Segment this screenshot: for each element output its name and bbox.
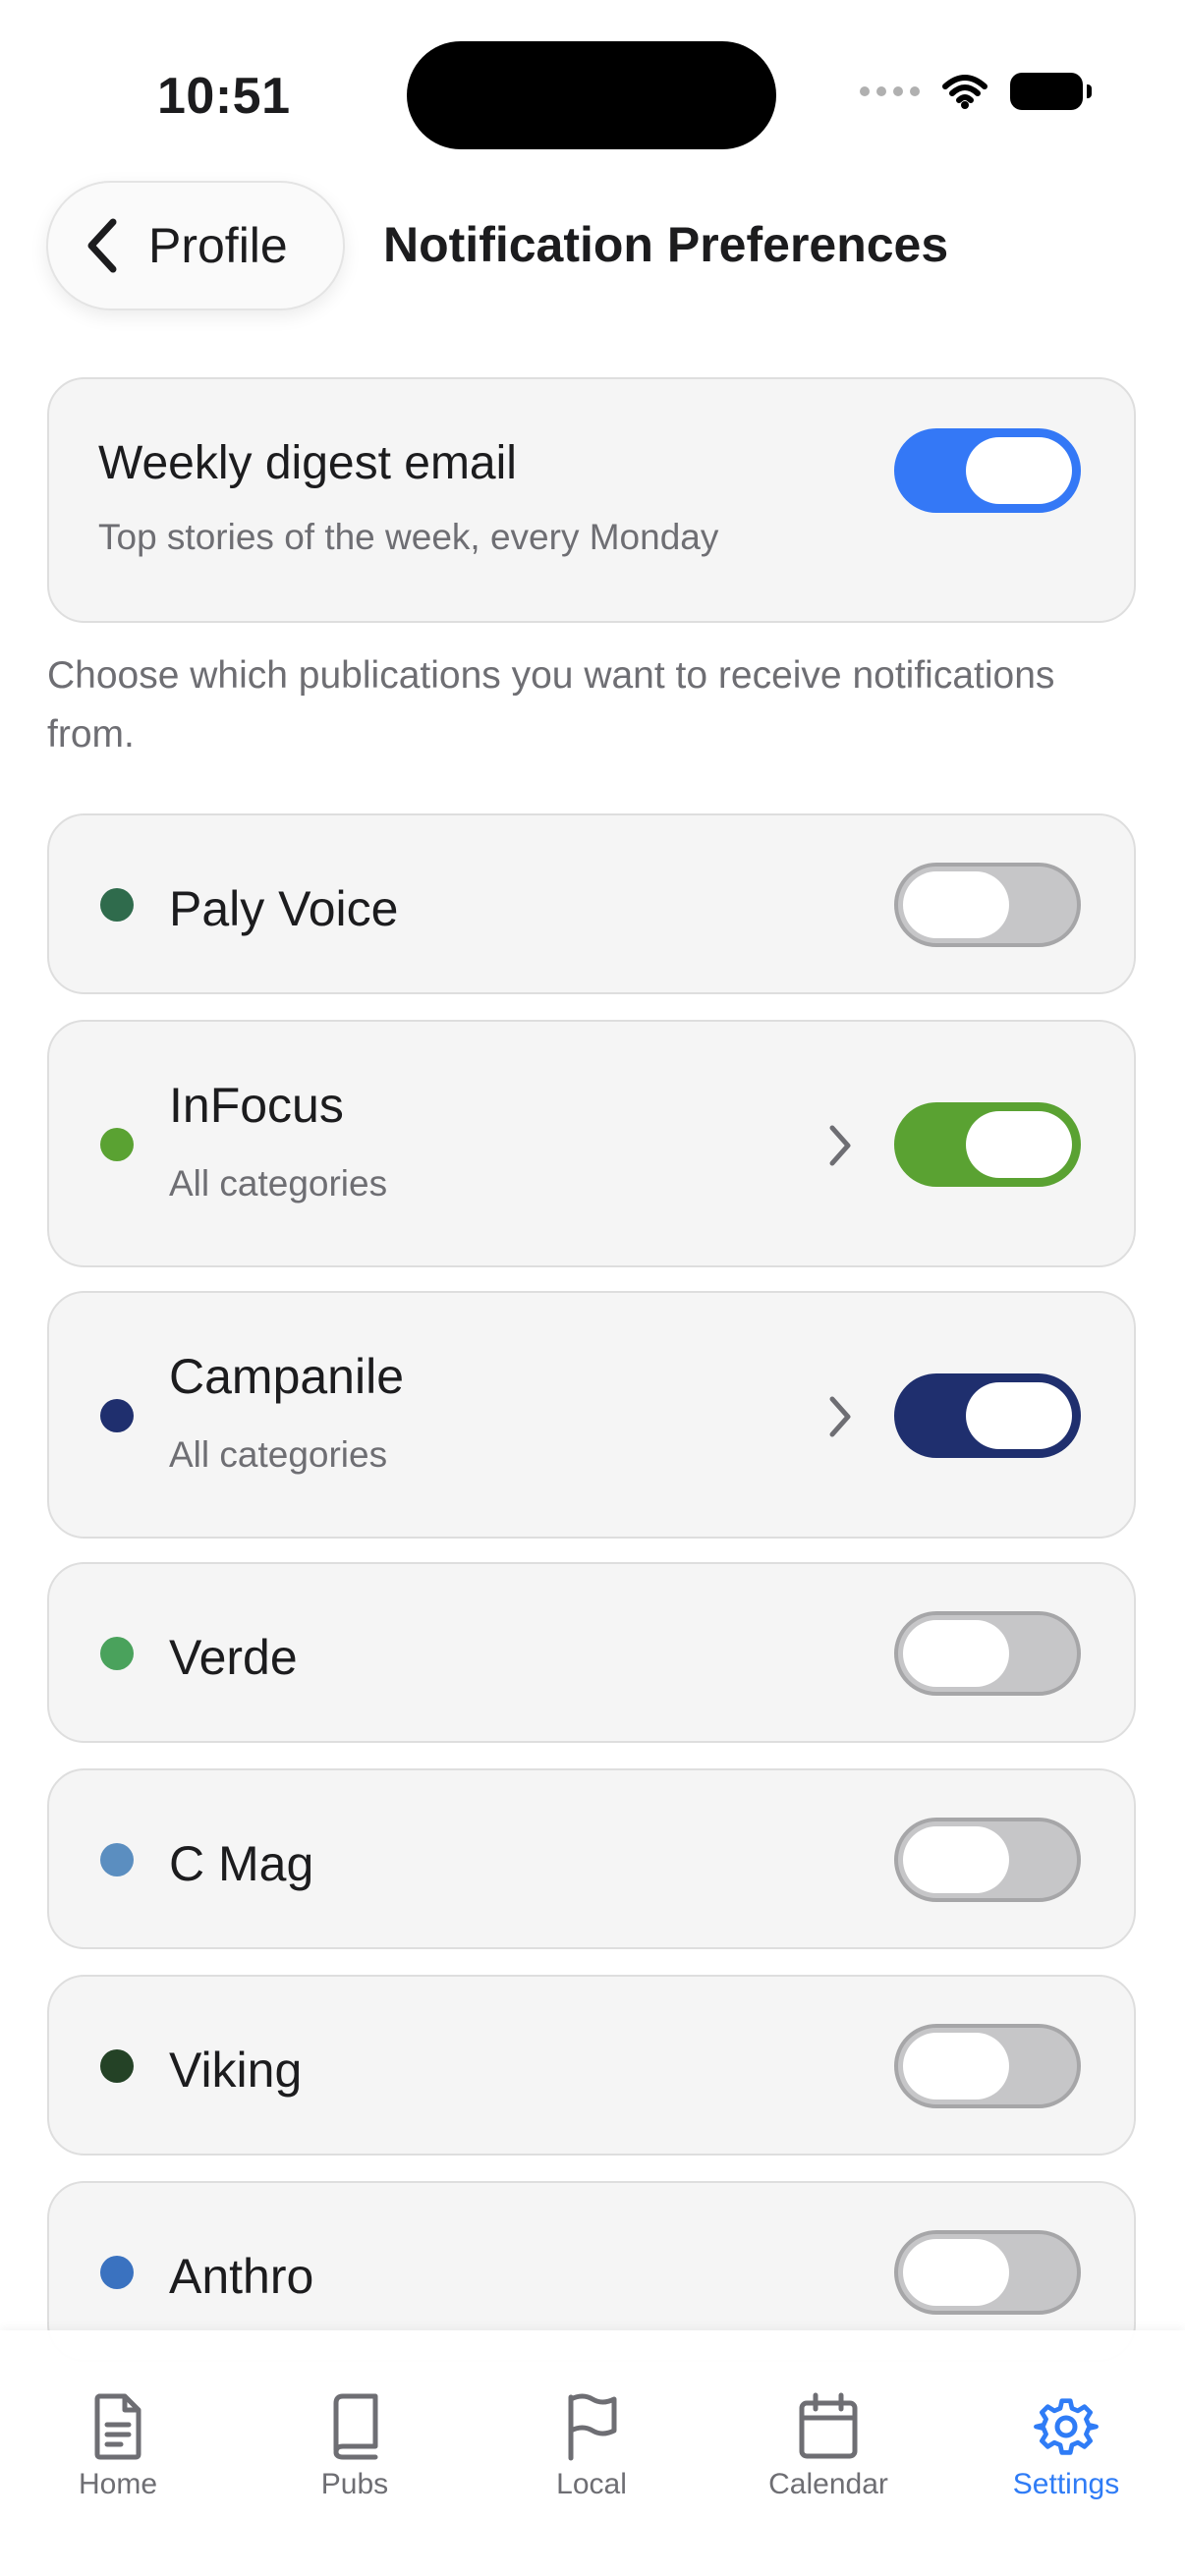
gear-icon xyxy=(1034,2398,1099,2455)
tab-label: Local xyxy=(556,2468,627,2500)
publication-name: Viking xyxy=(169,2043,303,2098)
flag-icon xyxy=(568,2393,617,2461)
intro-text: Choose which publications you want to re… xyxy=(47,654,1055,756)
publication-color-dot xyxy=(100,1399,134,1432)
status-icons xyxy=(860,73,1092,110)
chevron-right-icon xyxy=(829,1125,851,1166)
publication-row: Verde xyxy=(47,1562,1136,1743)
tab-home[interactable]: Home xyxy=(20,2391,216,2501)
publication-toggle[interactable] xyxy=(894,2024,1081,2108)
publication-color-dot xyxy=(100,2049,134,2083)
publication-color-dot xyxy=(100,888,134,922)
weekly-digest-card: Weekly digest email Top stories of the w… xyxy=(47,377,1136,623)
toggle-knob xyxy=(903,871,1009,938)
document-icon xyxy=(94,2393,141,2460)
publication-row: C Mag xyxy=(47,1768,1136,1949)
publication-row[interactable]: InFocus All categories xyxy=(47,1020,1136,1267)
publication-name: Anthro xyxy=(169,2249,314,2304)
publication-toggle[interactable] xyxy=(894,1818,1081,1902)
tab-calendar[interactable]: Calendar xyxy=(730,2391,927,2501)
toggle-knob xyxy=(903,2033,1009,2100)
page-title: Notification Preferences xyxy=(383,217,949,272)
tab-pubs[interactable]: Pubs xyxy=(256,2391,453,2501)
publication-name: C Mag xyxy=(169,1836,314,1891)
tab-bar: Home Pubs Local Calendar Settings xyxy=(0,2330,1185,2576)
status-time: 10:51 xyxy=(157,68,291,125)
toggle-knob xyxy=(903,1620,1009,1687)
publication-color-dot xyxy=(100,1128,134,1161)
toggle-knob xyxy=(966,1382,1072,1449)
tab-label: Calendar xyxy=(768,2468,888,2500)
battery-icon xyxy=(1010,73,1092,110)
publication-subtitle: All categories xyxy=(169,1163,388,1204)
publication-name: Paly Voice xyxy=(169,881,399,936)
toggle-knob xyxy=(903,2239,1009,2306)
chevron-left-icon xyxy=(87,218,117,273)
publication-color-dot xyxy=(100,1843,134,1876)
digest-toggle[interactable] xyxy=(894,428,1081,513)
digest-subtitle: Top stories of the week, every Monday xyxy=(98,517,719,557)
publication-color-dot xyxy=(100,1637,134,1670)
publication-toggle[interactable] xyxy=(894,1102,1081,1187)
publication-toggle[interactable] xyxy=(894,863,1081,947)
cellular-signal-icon xyxy=(860,86,920,96)
publication-toggle[interactable] xyxy=(894,2230,1081,2315)
calendar-icon xyxy=(799,2392,858,2459)
toggle-knob xyxy=(966,437,1072,504)
tab-settings[interactable]: Settings xyxy=(968,2391,1164,2501)
nav-bar: Profile Notification Preferences xyxy=(0,181,1185,314)
back-button[interactable]: Profile xyxy=(46,181,345,310)
status-bar: 10:51 xyxy=(0,0,1185,177)
chevron-right-icon xyxy=(829,1396,851,1437)
publication-color-dot xyxy=(100,2256,134,2289)
tab-local[interactable]: Local xyxy=(493,2391,690,2501)
publication-toggle[interactable] xyxy=(894,1373,1081,1458)
publication-row: Paly Voice xyxy=(47,813,1136,994)
toggle-knob xyxy=(966,1111,1072,1178)
publication-name: Verde xyxy=(169,1630,298,1685)
publication-row: Viking xyxy=(47,1975,1136,2156)
dynamic-island xyxy=(407,41,776,149)
book-icon xyxy=(333,2393,378,2460)
publication-name: Campanile xyxy=(169,1349,405,1404)
tab-label: Settings xyxy=(1012,2468,1120,2500)
toggle-knob xyxy=(903,1826,1009,1893)
tab-label: Pubs xyxy=(320,2468,389,2500)
back-button-label: Profile xyxy=(148,218,288,273)
publication-subtitle: All categories xyxy=(169,1434,388,1475)
publication-name: InFocus xyxy=(169,1078,344,1133)
tab-label: Home xyxy=(78,2468,158,2500)
digest-title: Weekly digest email xyxy=(98,437,517,489)
publication-row[interactable]: Campanile All categories xyxy=(47,1291,1136,1539)
wifi-icon xyxy=(942,75,988,109)
publication-toggle[interactable] xyxy=(894,1611,1081,1696)
